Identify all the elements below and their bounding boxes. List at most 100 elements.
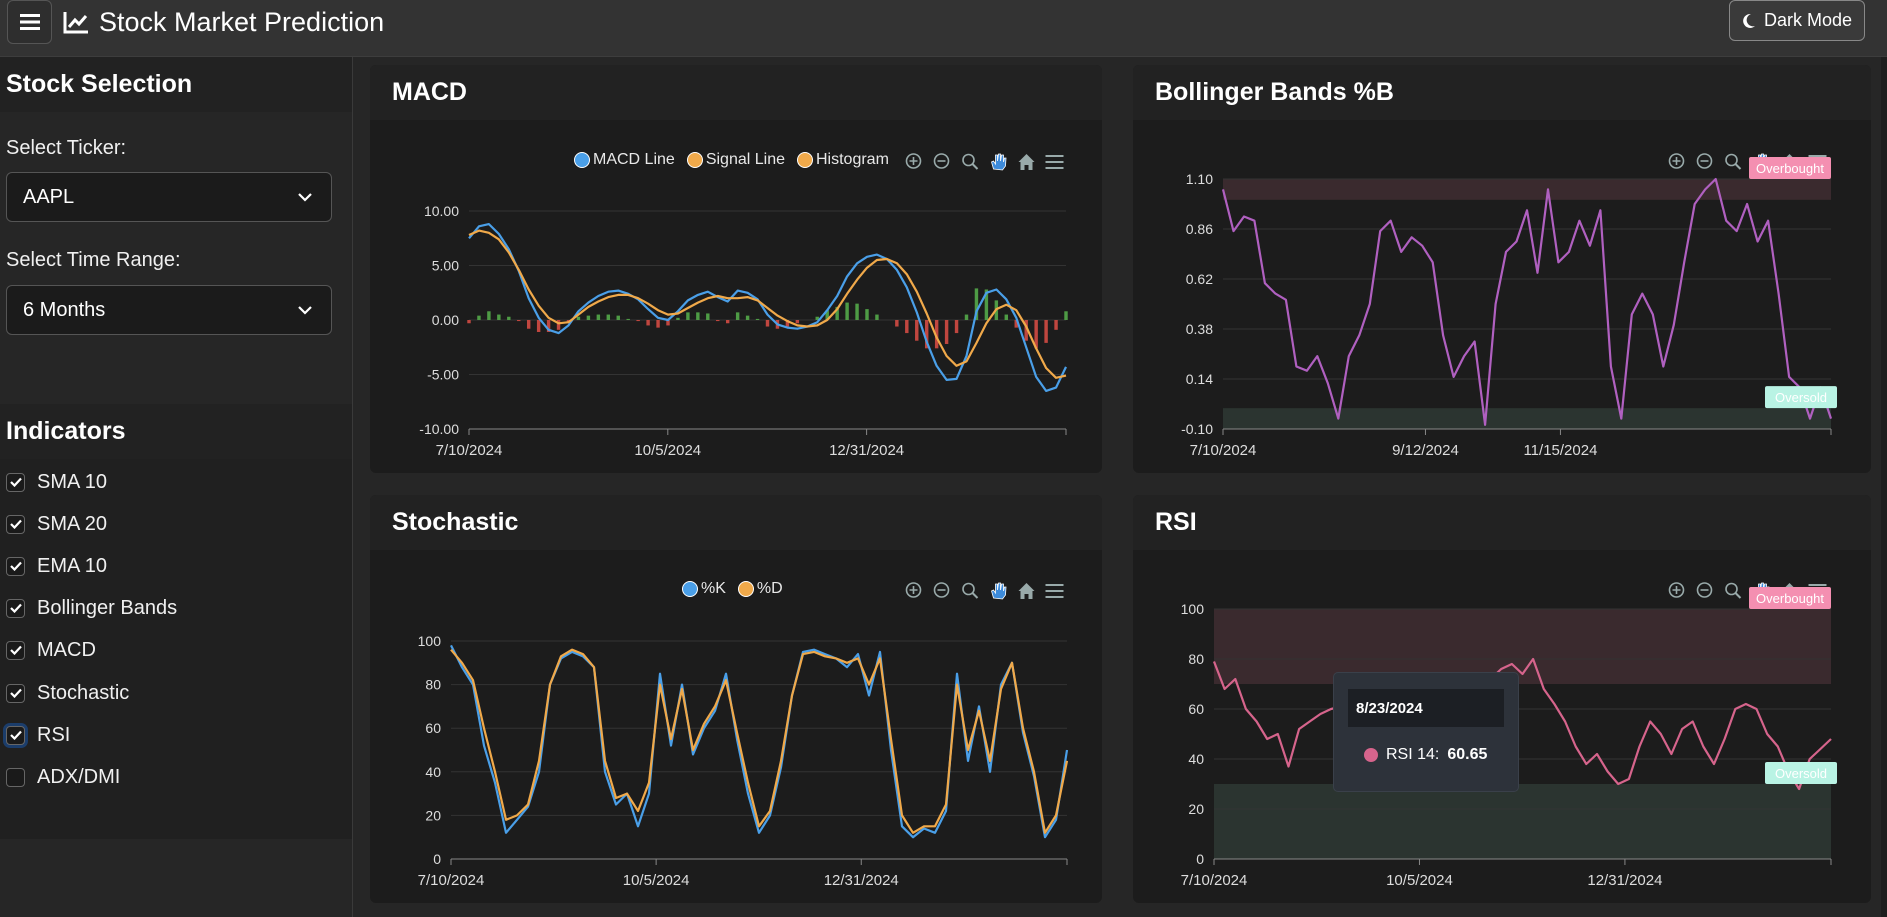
histogram-bar: [745, 315, 750, 320]
legend-marker: [686, 152, 703, 168]
chart-line-icon: [63, 12, 88, 34]
time-range-select[interactable]: 6 Months: [6, 285, 332, 335]
stochastic-legend: %K %D: [682, 580, 789, 598]
moon-icon: [1743, 13, 1755, 28]
checkbox-checked-icon[interactable]: [6, 472, 25, 492]
zoom-out-icon[interactable]: [932, 581, 953, 601]
y-tick-label: 10.00: [424, 203, 459, 219]
histogram-bar: [636, 320, 640, 322]
indicator-label: Bollinger Bands: [37, 596, 178, 619]
indicator-stochastic[interactable]: Stochastic: [6, 678, 129, 708]
histogram-bar: [507, 316, 511, 320]
app-title: Stock Market Prediction: [99, 6, 385, 37]
ticker-select[interactable]: AAPL: [6, 172, 332, 222]
chart-menu-icon[interactable]: [1807, 152, 1828, 172]
indicator-rsi[interactable]: RSI: [6, 720, 70, 750]
tooltip-value: 60.65: [1447, 746, 1488, 763]
reset-home-icon[interactable]: [1779, 581, 1800, 601]
zoom-in-icon[interactable]: [1667, 581, 1688, 601]
histogram-bar: [934, 320, 939, 349]
reset-home-icon[interactable]: [1016, 581, 1037, 601]
legend-marker: [574, 152, 590, 168]
chart-menu-icon[interactable]: [1807, 581, 1828, 601]
histogram-bar: [1064, 311, 1068, 320]
legend-item-signal-line[interactable]: Signal Line: [686, 151, 785, 169]
histogram-bar: [497, 314, 501, 320]
x-tick-label: 12/31/2024: [1587, 872, 1662, 889]
legend-item-d[interactable]: %D: [737, 580, 783, 598]
y-tick-label: 0: [1196, 851, 1204, 867]
chart-menu-icon[interactable]: [1044, 152, 1065, 172]
zoom-in-icon[interactable]: [1667, 152, 1688, 172]
checkbox-unchecked-icon[interactable]: [6, 767, 25, 787]
pan-hand-icon[interactable]: [1751, 152, 1772, 172]
y-tick-label: -10.00: [419, 421, 459, 437]
histogram-bar: [656, 320, 660, 328]
histogram-bar: [517, 320, 521, 322]
zoom-select-icon[interactable]: [960, 581, 981, 601]
histogram-bar: [735, 312, 740, 320]
zoom-in-icon[interactable]: [904, 581, 925, 601]
zoom-select-icon[interactable]: [1723, 152, 1744, 172]
overbought-band: [1223, 179, 1831, 200]
macd-chart-toolbar: [904, 152, 1065, 172]
histogram-bar: [666, 320, 670, 326]
chevron-down-icon: [298, 306, 312, 315]
zoom-select-icon[interactable]: [960, 152, 981, 172]
histogram-bar: [815, 316, 819, 320]
checkbox-checked-icon[interactable]: [6, 683, 25, 703]
zoom-out-icon[interactable]: [1695, 581, 1716, 601]
checkbox-checked-icon[interactable]: [6, 598, 25, 618]
indicator-macd[interactable]: MACD: [6, 635, 96, 665]
stock-selection-heading: Stock Selection: [0, 57, 352, 112]
indicator-adx-dmi[interactable]: ADX/DMI: [6, 762, 120, 792]
indicator-sma10[interactable]: SMA 10: [6, 467, 107, 497]
oversold-label: Oversold: [1775, 766, 1827, 781]
dark-mode-button[interactable]: Dark Mode: [1729, 0, 1865, 41]
chart-menu-icon[interactable]: [1044, 581, 1065, 601]
pan-hand-icon[interactable]: [1751, 581, 1772, 601]
tooltip-marker: [1364, 748, 1378, 762]
indicator-bollinger-bands[interactable]: Bollinger Bands: [6, 593, 177, 623]
pan-hand-icon[interactable]: [988, 581, 1009, 601]
oversold-label-box: [1765, 386, 1837, 409]
checkbox-checked-icon[interactable]: [6, 640, 25, 660]
zoom-in-icon[interactable]: [904, 152, 925, 172]
zoom-select-icon[interactable]: [1723, 581, 1744, 601]
overbought-band: [1214, 609, 1831, 684]
histogram-bar: [1014, 320, 1018, 328]
y-tick-label: 0.86: [1186, 221, 1213, 237]
histogram-bar: [546, 320, 551, 332]
x-tick-label: 9/12/2024: [1392, 442, 1459, 459]
checkbox-checked-icon[interactable]: [6, 725, 25, 745]
page-scrollbar[interactable]: [1881, 57, 1887, 917]
legend-item-macd-line[interactable]: MACD Line: [574, 151, 675, 169]
histogram-bar: [915, 320, 919, 341]
histogram-bar: [626, 318, 630, 320]
histogram-bar: [984, 289, 989, 320]
histogram-bar: [895, 320, 899, 327]
histogram-bar: [1004, 314, 1009, 320]
checkbox-checked-icon[interactable]: [6, 514, 25, 534]
pan-hand-icon[interactable]: [988, 152, 1009, 172]
app-brand[interactable]: Stock Market Prediction: [63, 4, 384, 40]
histogram-bar: [954, 320, 959, 334]
stochastic-panel: Stochastic %K %D 100 80 60 40 20 0 7/10/2024 10…: [370, 495, 1102, 903]
zoom-out-icon[interactable]: [1695, 152, 1716, 172]
zoom-out-icon[interactable]: [932, 152, 953, 172]
legend-label: %D: [756, 580, 783, 597]
legend-item-histogram[interactable]: Histogram: [796, 151, 889, 169]
indicator-sma20[interactable]: SMA 20: [6, 509, 107, 539]
indicators-list: SMA 10 SMA 20 EMA 10 Bollinger Bands MAC…: [0, 459, 352, 839]
indicator-ema10[interactable]: EMA 10: [6, 551, 107, 581]
reset-home-icon[interactable]: [1779, 152, 1800, 172]
checkbox-checked-icon[interactable]: [6, 556, 25, 576]
macd-legend: MACD Line Signal Line Histogram: [574, 151, 895, 169]
reset-home-icon[interactable]: [1016, 152, 1037, 172]
x-tick-label: 7/10/2024: [1181, 872, 1248, 889]
x-tick-label: 10/5/2024: [1386, 872, 1453, 889]
histogram-bar: [576, 316, 581, 320]
menu-toggle-button[interactable]: [7, 0, 52, 44]
legend-item-k[interactable]: %K: [682, 580, 726, 598]
indicator-label: RSI: [37, 723, 71, 746]
